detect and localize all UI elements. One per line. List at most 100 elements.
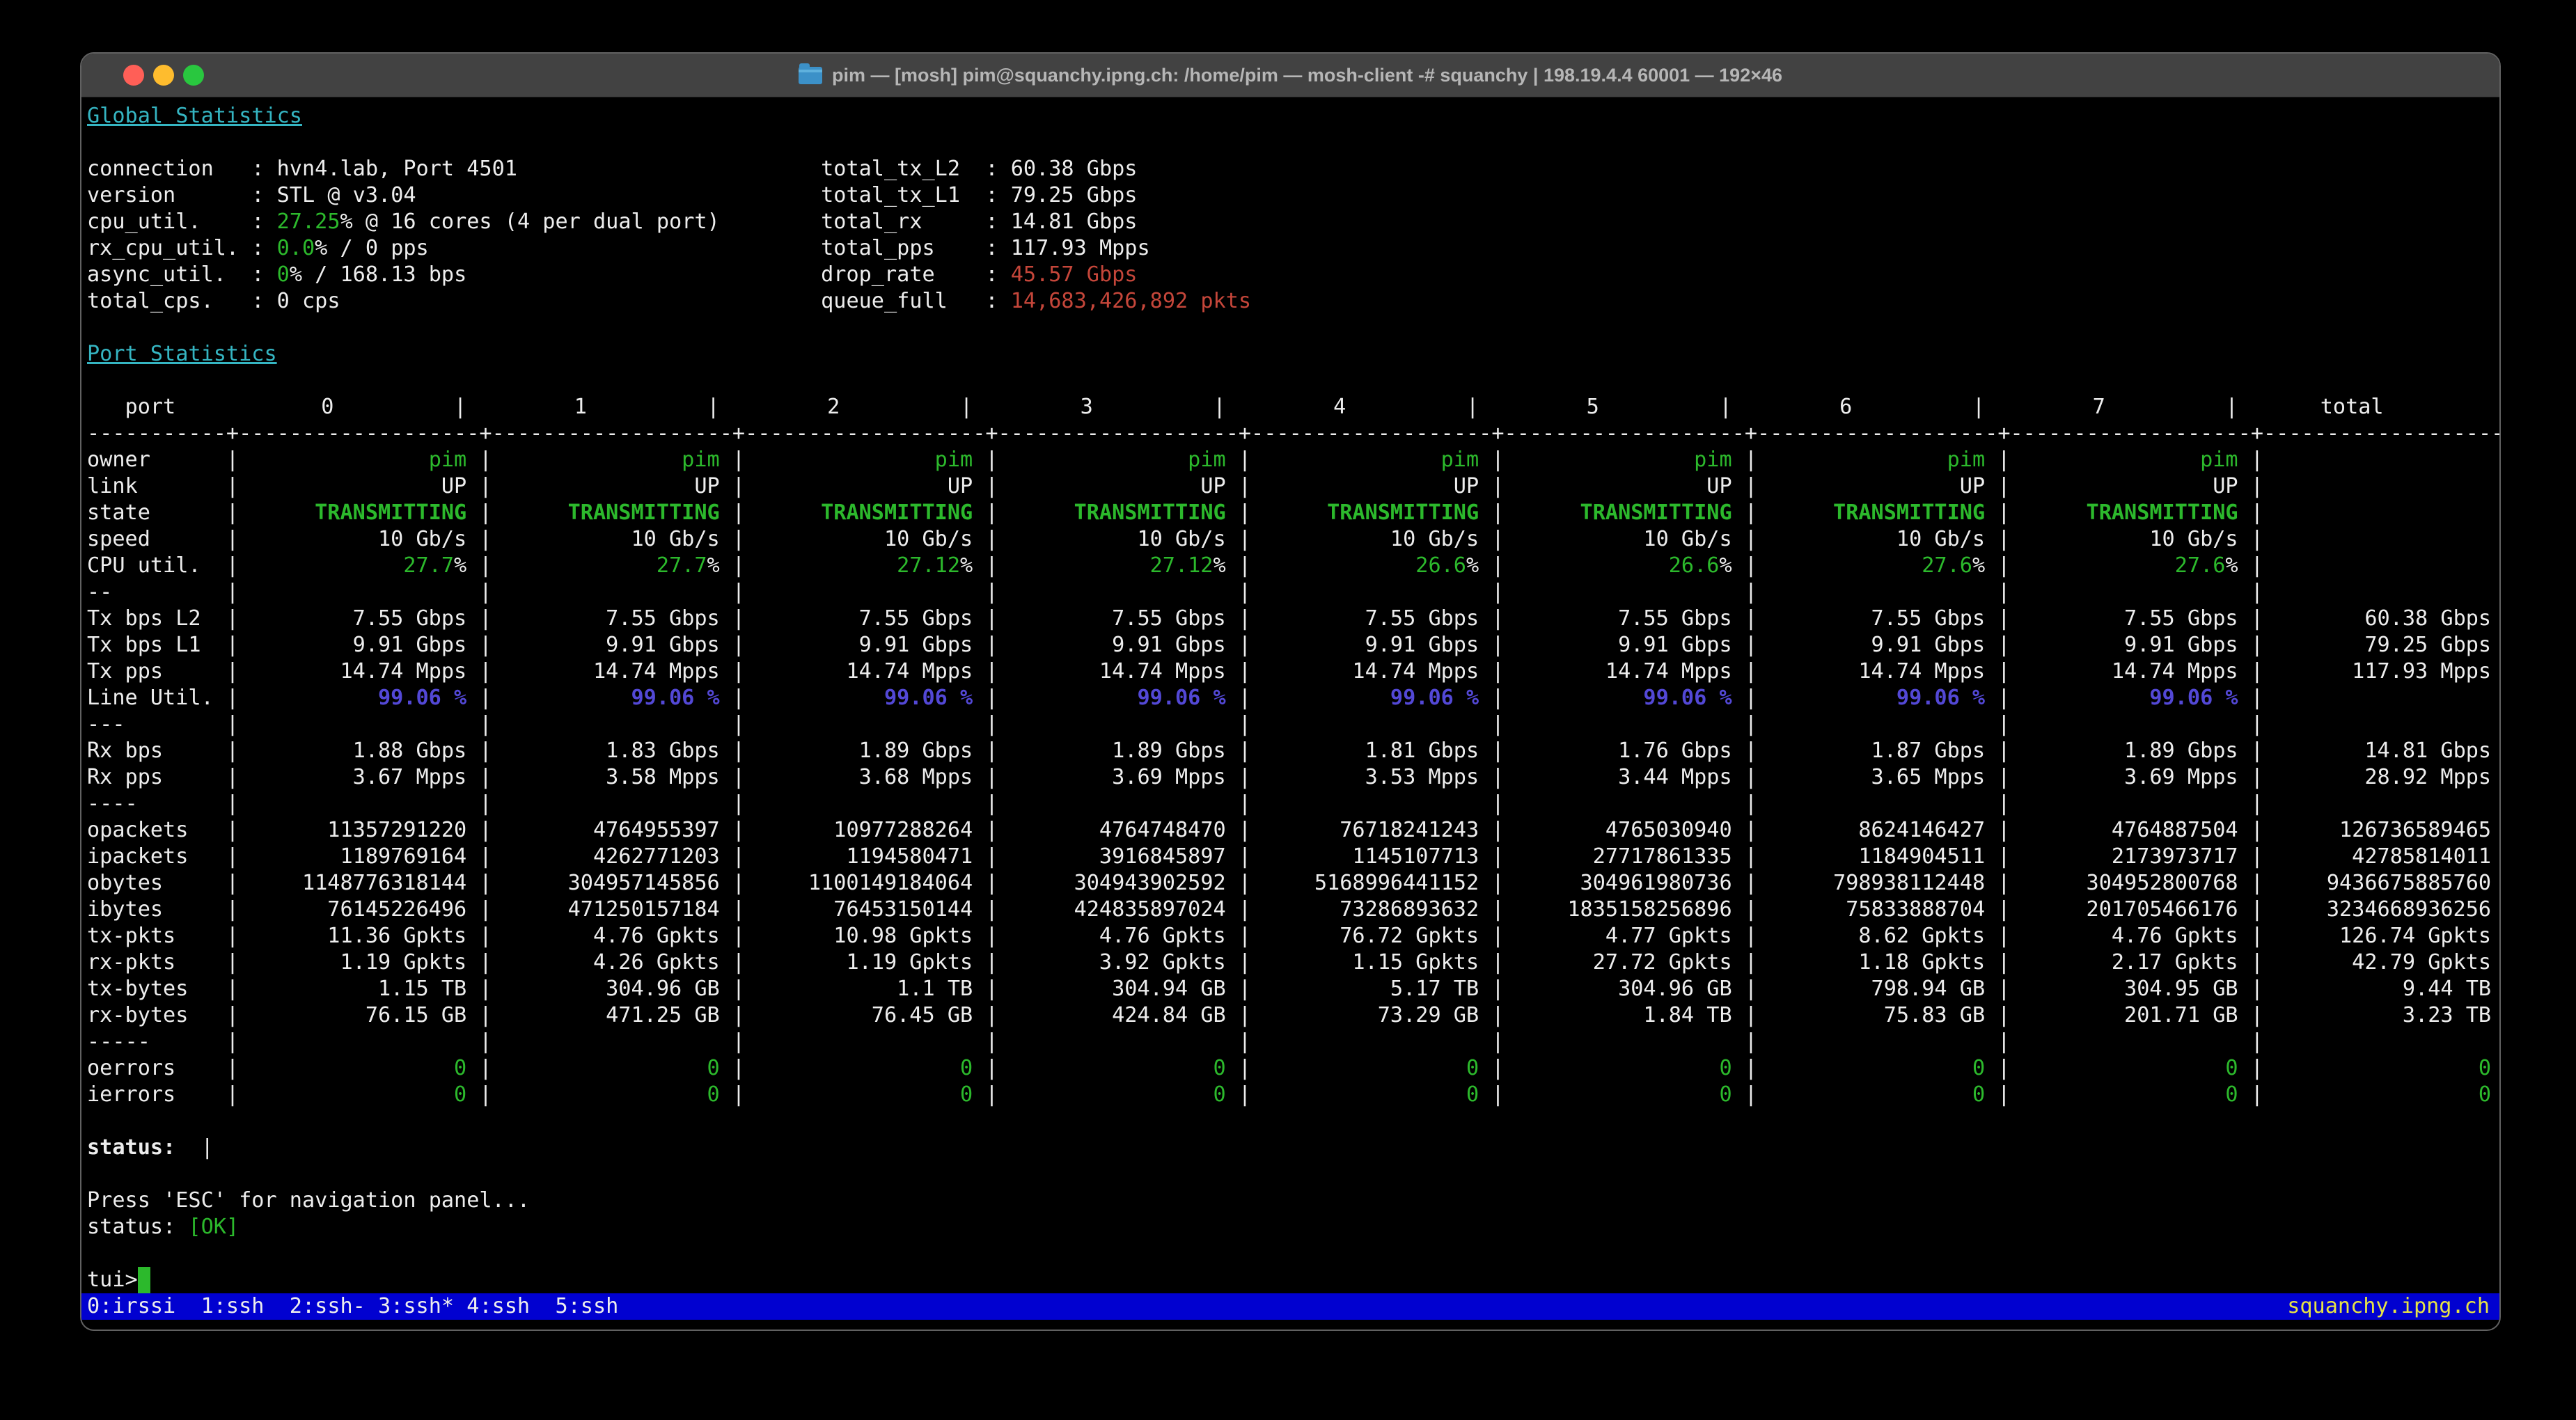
pipe: | — [2238, 474, 2263, 498]
pipe: | — [2238, 659, 2263, 684]
stat-cell: 126.74 Gpkts — [2263, 923, 2491, 949]
pipe: | — [1985, 1003, 2010, 1027]
pipe: | — [973, 1056, 998, 1080]
pipe: | — [1732, 1003, 1757, 1027]
pipe: | — [1226, 1030, 1251, 1054]
pipe: | — [466, 1030, 492, 1054]
stat-cell: 10 Gb/s — [2010, 526, 2238, 553]
pipe: | — [1985, 924, 2010, 948]
stat-cell: 304952800768 — [2010, 870, 2238, 897]
row-label: rx-pkts — [87, 949, 214, 976]
stat-cell: 1194580471 — [745, 844, 973, 870]
stat-cell: 1.1 TB — [745, 976, 973, 1002]
pipe: | — [2238, 818, 2263, 842]
stat-cell: 117.93 Mpps — [2263, 658, 2491, 685]
port-column-header: 0 — [214, 394, 441, 420]
pipe: | — [720, 448, 745, 472]
pipe: | — [1732, 580, 1757, 604]
pipe: | — [1732, 474, 1757, 498]
pipe: | — [1732, 977, 1757, 1001]
row-label: Rx pps — [87, 764, 214, 791]
stat-cell: TRANSMITTING — [1251, 500, 1479, 526]
stat-cell: 4.76 Gpkts — [492, 923, 720, 949]
pipe: | — [1985, 659, 2010, 684]
stat-cell: 201.71 GB — [2010, 1002, 2238, 1029]
pipe: | — [1985, 739, 2010, 763]
terminal-blank-line — [81, 368, 2499, 394]
stat-cell: 7.55 Gbps — [1505, 606, 1732, 632]
prompt-row[interactable]: tui> — [81, 1267, 2499, 1293]
stat-cell: 27.6% — [1757, 553, 1985, 579]
stat-cell: 14.74 Mpps — [239, 658, 466, 685]
stat-value: 60.38 Gbps — [1011, 157, 1138, 181]
stat-cell: 26.6% — [1505, 553, 1732, 579]
stat-cell: 76718241243 — [1251, 817, 1479, 844]
table-row: owner |pim |pim |pim |pim |pim |pim |pim… — [81, 447, 2499, 473]
pipe: | — [1732, 1056, 1757, 1080]
table-row: ---- | | | | | | | | | — [81, 791, 2499, 817]
pipe: | — [1985, 553, 2010, 578]
stat-cell: 99.06 % — [1251, 685, 1479, 711]
stat-label: total_pps — [821, 235, 985, 262]
pipe: | — [214, 633, 239, 657]
pipe: | — [214, 844, 239, 869]
stat-cell: 14.74 Mpps — [998, 658, 1226, 685]
stat-cell: 1.81 Gbps — [1251, 738, 1479, 764]
percent-sign: % — [960, 553, 973, 578]
pipe: | — [1479, 659, 1504, 684]
pipe: | — [214, 686, 239, 710]
pipe: | — [720, 818, 745, 842]
stat-cell: pim — [1251, 447, 1479, 473]
stat-cell: 4262771203 — [492, 844, 720, 870]
stat-cell: 99.06 % — [2010, 685, 2238, 711]
block-cursor — [138, 1267, 150, 1293]
table-separator: -----------+-------------------+--------… — [87, 421, 2501, 445]
pipe: | — [1479, 1003, 1504, 1027]
pipe: | — [720, 606, 745, 631]
stat-value: 117.93 Mpps — [1011, 236, 1150, 260]
pipe: | — [973, 659, 998, 684]
pipe: | — [214, 474, 239, 498]
zoom-button[interactable] — [183, 65, 204, 86]
pipe: | — [214, 606, 239, 631]
stat-cell: UP — [2010, 473, 2238, 500]
stat-cell: 0 — [2263, 1082, 2491, 1108]
stat-cell: 1.89 Gbps — [2010, 738, 2238, 764]
pipe: | — [214, 739, 239, 763]
stat-cell: 4765030940 — [1505, 817, 1732, 844]
stat-cell: 1189769164 — [239, 844, 466, 870]
pipe: | — [214, 659, 239, 684]
stat-cell: 4.26 Gpkts — [492, 949, 720, 976]
pipe: | — [1479, 950, 1504, 975]
terminal-screen[interactable]: Global Statisticsconnection: hvn4.lab, P… — [81, 97, 2499, 1330]
stat-cell: 10 Gb/s — [1251, 526, 1479, 553]
pipe: | — [1226, 606, 1251, 631]
pipe: | — [973, 739, 998, 763]
stat-cell: 76145226496 — [239, 897, 466, 923]
close-button[interactable] — [123, 65, 144, 86]
percent-sign: % — [1972, 553, 1985, 578]
stat-cell: 304957145856 — [492, 870, 720, 897]
pipe: | — [720, 633, 745, 657]
pipe: | — [2238, 950, 2263, 975]
stat-cell: 28.92 Mpps — [2263, 764, 2491, 791]
minimize-button[interactable] — [153, 65, 174, 86]
tmux-window-list[interactable]: 0:irssi 1:ssh 2:ssh- 3:ssh* 4:ssh 5:ssh — [87, 1293, 618, 1320]
pipe: | — [1226, 633, 1251, 657]
stat-cell: 8.62 Gpkts — [1757, 923, 1985, 949]
stat-cell: 1.76 Gbps — [1505, 738, 1732, 764]
stat-cell: 14.74 Mpps — [1505, 658, 1732, 685]
port-stats-heading: Port Statistics — [81, 341, 2499, 368]
stat-cell: 76.45 GB — [745, 1002, 973, 1029]
stat-cell: 0 — [1757, 1082, 1985, 1108]
title-bar[interactable]: pim — [mosh] pim@squanchy.ipng.ch: /home… — [81, 54, 2499, 97]
pipe: | — [214, 818, 239, 842]
pipe: | — [1985, 977, 2010, 1001]
colon: : — [251, 236, 276, 260]
terminal-blank-line — [81, 129, 2499, 156]
pipe: | — [720, 500, 745, 525]
stat-cell: 7.55 Gbps — [2010, 606, 2238, 632]
global-left-column: cpu_util.: 27.25% @ 16 cores (4 per dual… — [87, 209, 821, 235]
stat-cell: pim — [239, 447, 466, 473]
stat-value: STL @ v3.04 — [277, 183, 416, 207]
